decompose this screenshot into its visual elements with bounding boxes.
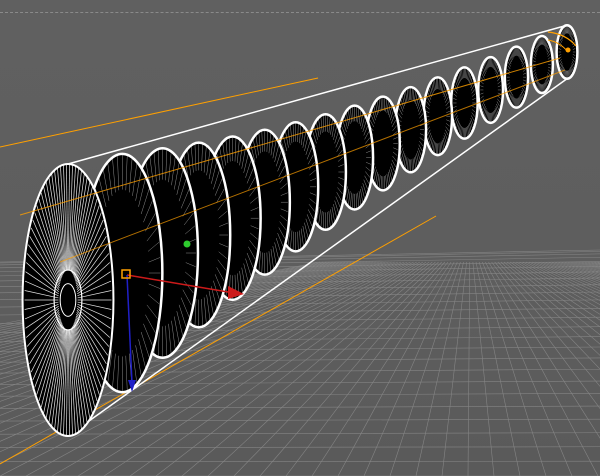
tube-segment bbox=[21, 163, 115, 437]
viewport-canvas[interactable] bbox=[0, 0, 600, 476]
3d-viewport[interactable] bbox=[0, 0, 600, 476]
tube-segment bbox=[477, 55, 505, 125]
tube-wireframe[interactable] bbox=[19, 24, 579, 437]
tube-segment bbox=[529, 34, 555, 95]
tube-segment bbox=[422, 76, 454, 157]
tube-segment bbox=[449, 66, 479, 140]
tube-segment bbox=[503, 45, 530, 109]
axis-y-handle-icon[interactable] bbox=[183, 240, 191, 248]
